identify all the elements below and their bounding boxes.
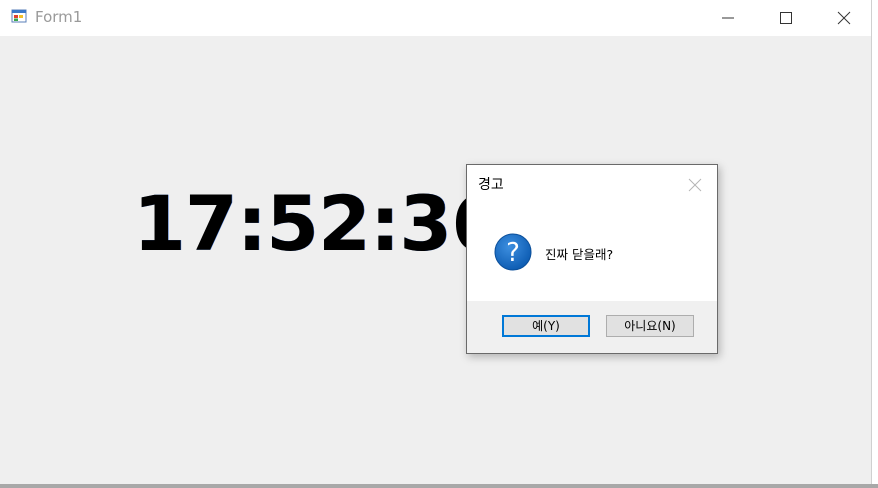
no-button[interactable]: 아니요(N) <box>606 315 694 337</box>
close-icon <box>837 11 851 25</box>
dialog-button-bar: 예(Y) 아니요(N) <box>467 301 717 353</box>
maximize-button[interactable] <box>757 0 815 34</box>
window-title: Form1 <box>35 8 83 26</box>
form-app-icon <box>11 8 27 24</box>
question-icon: ? <box>494 233 532 271</box>
clock-display: 17:52:36 <box>133 179 504 268</box>
minimize-button[interactable] <box>699 0 757 34</box>
confirm-dialog: 경고 ? 진짜 닫을래? 예(Y) 아니요(N) <box>466 164 718 354</box>
yes-button[interactable]: 예(Y) <box>502 315 590 337</box>
minimize-icon <box>722 17 734 19</box>
dialog-title: 경고 <box>478 177 504 193</box>
taskbar-edge <box>0 484 878 488</box>
dialog-message: 진짜 닫을래? <box>545 247 614 262</box>
close-button[interactable] <box>815 0 873 34</box>
dialog-close-icon[interactable] <box>688 177 702 192</box>
svg-text:?: ? <box>506 238 520 268</box>
maximize-icon <box>780 12 792 24</box>
main-window: Form1 17:52:36 <box>0 0 872 488</box>
title-bar[interactable]: Form1 <box>0 0 871 36</box>
